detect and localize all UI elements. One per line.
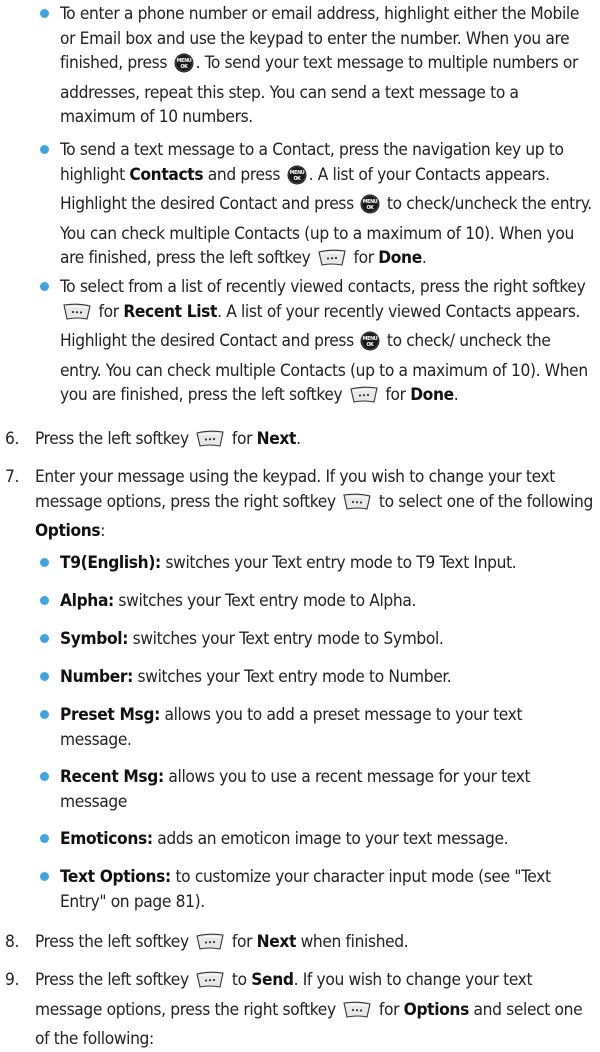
manual-page: To enter a phone number or email address… xyxy=(0,0,600,1049)
option-number: Number: switches your Text entry mode to… xyxy=(40,665,596,690)
bullet-dot xyxy=(40,834,49,843)
step-9: 9. Press the left softkey to Send. If yo… xyxy=(5,970,583,1050)
left-softkey-icon xyxy=(195,970,225,998)
bullet-dot xyxy=(40,282,49,291)
bullet-dot xyxy=(40,596,49,605)
bullet-dot xyxy=(40,9,49,18)
svg-text:MENU: MENU xyxy=(289,170,304,176)
option-emoticons: Emoticons: adds an emoticon image to you… xyxy=(40,827,596,852)
left-softkey-icon xyxy=(349,385,379,413)
svg-text:MENU: MENU xyxy=(363,199,378,205)
bullet-dot xyxy=(40,872,49,881)
menu-ok-key-icon: MENU OK xyxy=(360,331,380,359)
step-7: 7. Enter your message using the keypad. … xyxy=(5,467,593,542)
step-number: 6. xyxy=(5,429,20,449)
step-6: 6. Press the left softkey for Next. xyxy=(5,427,595,457)
bullet-phone-email: To enter a phone number or email address… xyxy=(40,2,596,130)
bullet-dot xyxy=(40,772,49,781)
bullet-recent-list: To select from a list of recently viewed… xyxy=(40,275,596,413)
option-alpha: Alpha: switches your Text entry mode to … xyxy=(40,589,596,614)
step-number: 9. xyxy=(5,970,20,990)
bullet-dot xyxy=(40,710,49,719)
svg-text:OK: OK xyxy=(180,64,188,70)
step-number: 8. xyxy=(5,932,20,952)
option-preset-msg: Preset Msg: allows you to add a preset m… xyxy=(40,703,596,752)
svg-text:OK: OK xyxy=(367,342,375,348)
right-softkey-icon xyxy=(342,1000,372,1028)
step-8: 8. Press the left softkey for Next when … xyxy=(5,930,595,960)
bullet-dot xyxy=(40,558,49,567)
bullet-dot xyxy=(40,672,49,681)
option-symbol: Symbol: switches your Text entry mode to… xyxy=(40,627,596,652)
option-text-options: Text Options: to customize your characte… xyxy=(40,865,596,914)
menu-ok-key-icon: MENU OK xyxy=(360,194,380,222)
bullet-dot xyxy=(40,634,49,643)
option-recent-msg: Recent Msg: allows you to use a recent m… xyxy=(40,765,596,814)
left-softkey-icon xyxy=(195,932,225,960)
svg-text:OK: OK xyxy=(367,205,375,211)
step-number: 7. xyxy=(5,467,20,487)
left-softkey-icon xyxy=(317,248,347,276)
option-t9: T9(English): switches your Text entry mo… xyxy=(40,551,596,576)
menu-ok-key-icon: MENU OK xyxy=(174,53,194,81)
svg-text:MENU: MENU xyxy=(176,58,191,64)
svg-text:MENU: MENU xyxy=(363,336,378,342)
bullet-send-to-contact: To send a text message to a Contact, pre… xyxy=(40,138,596,276)
left-softkey-icon xyxy=(195,429,225,457)
svg-text:OK: OK xyxy=(293,176,301,182)
bullet-dot xyxy=(40,145,49,154)
menu-ok-key-icon: MENU OK xyxy=(287,165,307,193)
right-softkey-icon xyxy=(62,302,92,330)
right-softkey-icon xyxy=(342,492,372,520)
